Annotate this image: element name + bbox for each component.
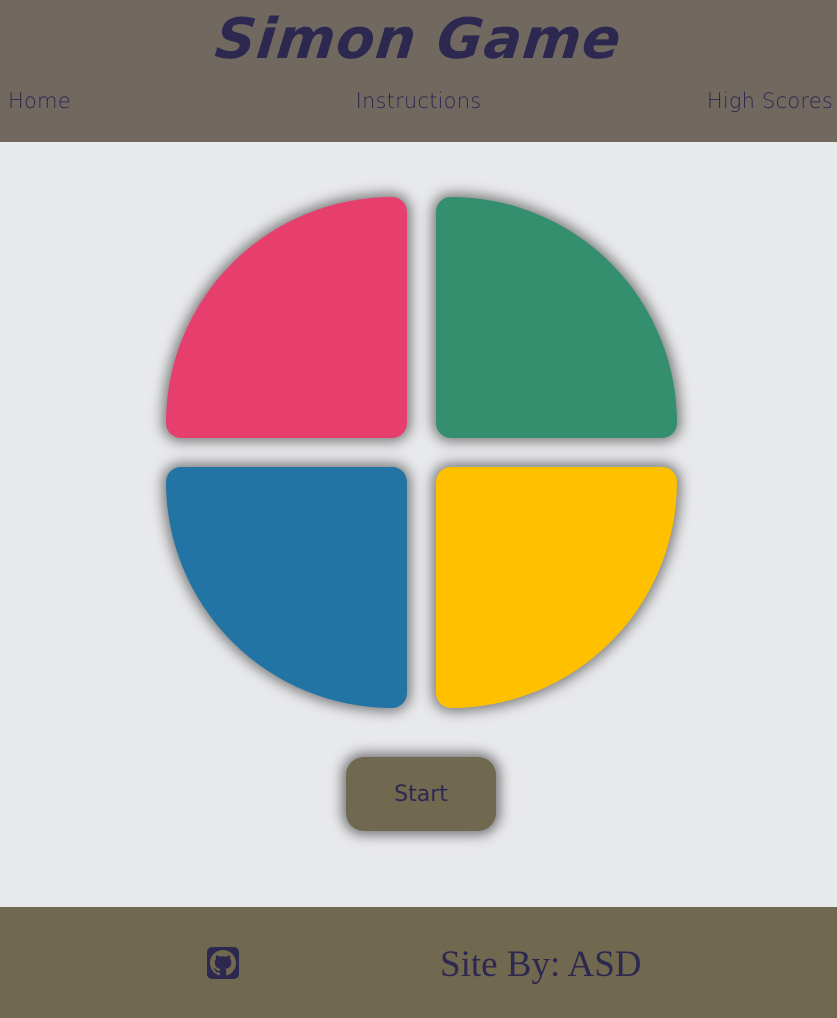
- site-credit: Site By: ASD: [440, 944, 642, 985]
- github-icon-glyph: [210, 950, 236, 976]
- site-header: Simon Game Home Instructions High Scores: [0, 0, 837, 142]
- site-footer: [0, 907, 837, 1018]
- nav-high-scores-link[interactable]: High Scores: [707, 86, 833, 116]
- github-icon[interactable]: [207, 947, 239, 979]
- start-button[interactable]: Start: [346, 757, 496, 831]
- page-title: Simon Game: [212, 7, 625, 72]
